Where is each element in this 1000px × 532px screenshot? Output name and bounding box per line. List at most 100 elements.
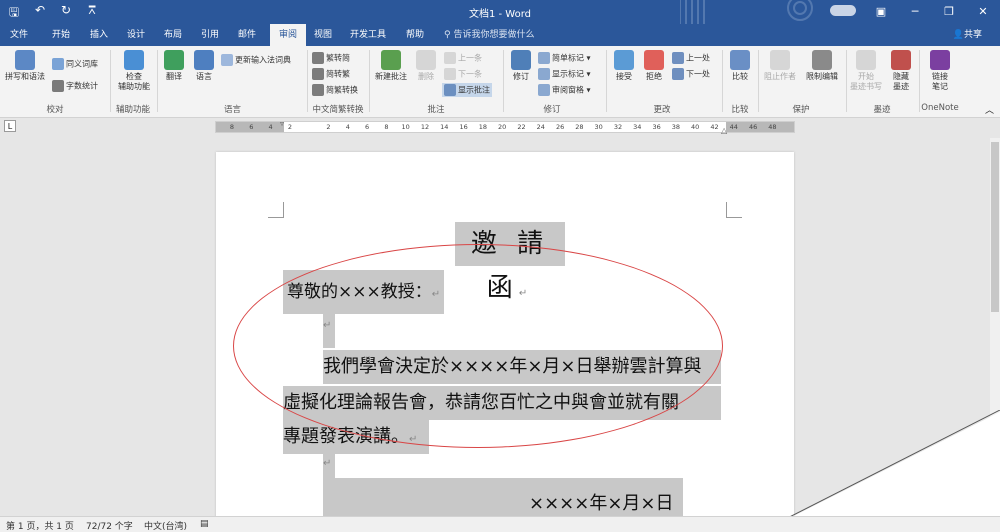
share-button[interactable]: 👤共享 — [953, 24, 982, 46]
tab-view[interactable]: 视图 — [310, 24, 336, 46]
word-count-button[interactable]: 字数统计 — [52, 80, 98, 92]
ruler-tick-label: 38 — [671, 123, 681, 131]
hide-ink-icon — [891, 50, 911, 70]
translate-label: 翻译 — [166, 72, 182, 81]
check-accessibility-button[interactable]: 检查 辅助功能 — [112, 50, 156, 92]
crop-mark-top-left — [268, 202, 284, 218]
hide-ink-button[interactable]: 隐藏 墨迹 — [886, 50, 916, 92]
to-simplified-icon — [312, 52, 324, 64]
ruler-tick-label: 40 — [691, 123, 700, 131]
ruler-tick-label: 18 — [478, 123, 488, 131]
reviewing-pane-dropdown[interactable]: 审阅窗格 ▾ — [538, 84, 591, 96]
tab-file[interactable]: 文件 — [6, 24, 32, 46]
track-changes-label: 修订 — [513, 72, 529, 81]
linked-notes-button[interactable]: 链接 笔记 — [924, 50, 956, 92]
start-inking-button[interactable]: 开始 墨迹书写 — [848, 50, 884, 92]
separator — [758, 50, 759, 112]
ruler-body[interactable]: 8 6 4 2 2 4 6 8 10 12 14 16 18 20 22 24 26 28 30 32 34 36 38 40… — [215, 119, 796, 135]
word-count-status[interactable]: 72/72 个字 — [86, 519, 133, 532]
ruler-tick-label: 30 — [594, 123, 603, 131]
block-authors-button[interactable]: 阻止作者 — [760, 50, 800, 82]
scrollbar-thumb[interactable] — [991, 142, 999, 312]
macro-recording-icon[interactable]: ▤ — [200, 519, 209, 529]
first-line-indent-marker[interactable]: ▿ — [280, 119, 284, 128]
prev-comment-button[interactable]: 上一条 — [444, 52, 482, 64]
new-comment-button[interactable]: 新建批注 — [372, 50, 410, 82]
right-indent-marker[interactable]: △ — [721, 126, 727, 135]
close-icon[interactable]: ✕ — [966, 0, 1000, 24]
thesaurus-icon — [52, 58, 64, 70]
separator — [503, 50, 504, 112]
tab-references[interactable]: 引用 — [197, 24, 223, 46]
block-authors-label: 阻止作者 — [764, 72, 796, 81]
ruler-tick-label: 28 — [575, 123, 584, 131]
tab-review[interactable]: 审阅 — [270, 24, 306, 46]
account-avatar[interactable] — [830, 5, 856, 16]
prev-change-button[interactable]: 上一处 — [672, 52, 710, 64]
tab-home[interactable]: 开始 — [48, 24, 74, 46]
horizontal-ruler: L 8 6 4 2 2 4 6 8 10 12 14 16 18 20 22 24 26 28 30 32 34 36 38… — [0, 118, 1000, 138]
tab-selector[interactable]: L — [4, 120, 16, 132]
tab-developer[interactable]: 开发工具 — [346, 24, 390, 46]
onenote-icon — [930, 50, 950, 70]
word-window: 🖫 ↶ ↻ ⩞ 文档1 - Word ▣ ─ ❐ ✕ 文件 开始 插入 设计 布… — [0, 0, 1000, 532]
markup-dropdown[interactable]: 简单标记 ▾ — [538, 52, 591, 64]
annotation-stroke — [760, 410, 1000, 532]
ruler-tick-label: 42 — [710, 123, 719, 131]
language-status[interactable]: 中文(台湾) — [144, 519, 187, 532]
restrict-editing-button[interactable]: 限制编辑 — [802, 50, 842, 82]
minimize-icon[interactable]: ─ — [898, 0, 932, 24]
to-traditional-button[interactable]: 简转繁 — [312, 68, 350, 80]
tab-design[interactable]: 设计 — [123, 24, 149, 46]
window-controls: ▣ ─ ❐ ✕ — [864, 0, 1000, 24]
language-label: 语言 — [196, 72, 212, 81]
show-markup-dropdown[interactable]: 显示标记 ▾ — [538, 68, 591, 80]
accept-button[interactable]: 接受 — [610, 50, 638, 82]
reviewing-pane-icon — [538, 84, 550, 96]
ruler-tick-label: 10 — [401, 123, 410, 131]
next-comment-button[interactable]: 下一条 — [444, 68, 482, 80]
thesaurus-button[interactable]: 同义词库 — [52, 58, 98, 70]
tab-layout[interactable]: 布局 — [160, 24, 186, 46]
tell-me-box[interactable]: ⚲ 告诉我你想要做什么 — [444, 24, 534, 46]
separator — [722, 50, 723, 112]
restrict-editing-label: 限制编辑 — [806, 72, 838, 81]
accept-icon — [614, 50, 634, 70]
show-comments-button[interactable]: 显示批注 — [442, 83, 492, 97]
check-label-1: 检查 — [126, 72, 142, 81]
new-comment-label: 新建批注 — [375, 72, 407, 81]
chinese-conversion-label: 简繁转换 — [326, 85, 358, 95]
page-count[interactable]: 第 1 页，共 1 页 — [6, 519, 74, 532]
tab-help[interactable]: 帮助 — [402, 24, 428, 46]
ruler-ticks: 8 6 4 2 2 4 6 8 10 12 14 16 18 20 22 24 26 28 30 32 34 36 38 40… — [216, 122, 796, 132]
language-button[interactable]: 语言 — [190, 50, 218, 82]
group-chinese-conversion: 中文简繁转换 — [312, 105, 364, 115]
translate-button[interactable]: 翻译 — [160, 50, 188, 82]
next-change-icon — [672, 68, 684, 80]
update-ime-button[interactable]: 更新输入法词典 — [221, 54, 291, 66]
group-accessibility: 辅助功能 — [115, 105, 150, 115]
tab-insert[interactable]: 插入 — [86, 24, 112, 46]
delete-comment-button[interactable]: 删除 — [412, 50, 440, 82]
next-change-button[interactable]: 下一处 — [672, 68, 710, 80]
prev-comment-icon — [444, 52, 456, 64]
accessibility-icon — [124, 50, 144, 70]
spelling-grammar-button[interactable]: 拼写和语法 — [2, 50, 48, 82]
markup-label: 简单标记 — [552, 53, 584, 63]
ribbon-display-options-icon[interactable]: ▣ — [864, 0, 898, 24]
track-changes-button[interactable]: 修订 — [506, 50, 536, 82]
to-simplified-button[interactable]: 繁转简 — [312, 52, 350, 64]
ruler-tick-label: 8 — [229, 123, 235, 131]
chinese-conversion-button[interactable]: 简繁转换 — [312, 84, 358, 96]
linked-notes-label-1: 链接 — [932, 72, 948, 81]
restore-icon[interactable]: ❐ — [932, 0, 966, 24]
compare-button[interactable]: 比较 — [726, 50, 754, 82]
track-changes-icon — [511, 50, 531, 70]
reject-button[interactable]: 拒绝 — [640, 50, 668, 82]
ruler-tick-label: 46 — [748, 123, 758, 131]
accept-label: 接受 — [616, 72, 632, 81]
collapse-ribbon-icon[interactable]: ︿ — [985, 103, 994, 116]
tab-mailings[interactable]: 邮件 — [234, 24, 260, 46]
prev-change-label: 上一处 — [686, 53, 710, 63]
separator — [369, 50, 370, 112]
